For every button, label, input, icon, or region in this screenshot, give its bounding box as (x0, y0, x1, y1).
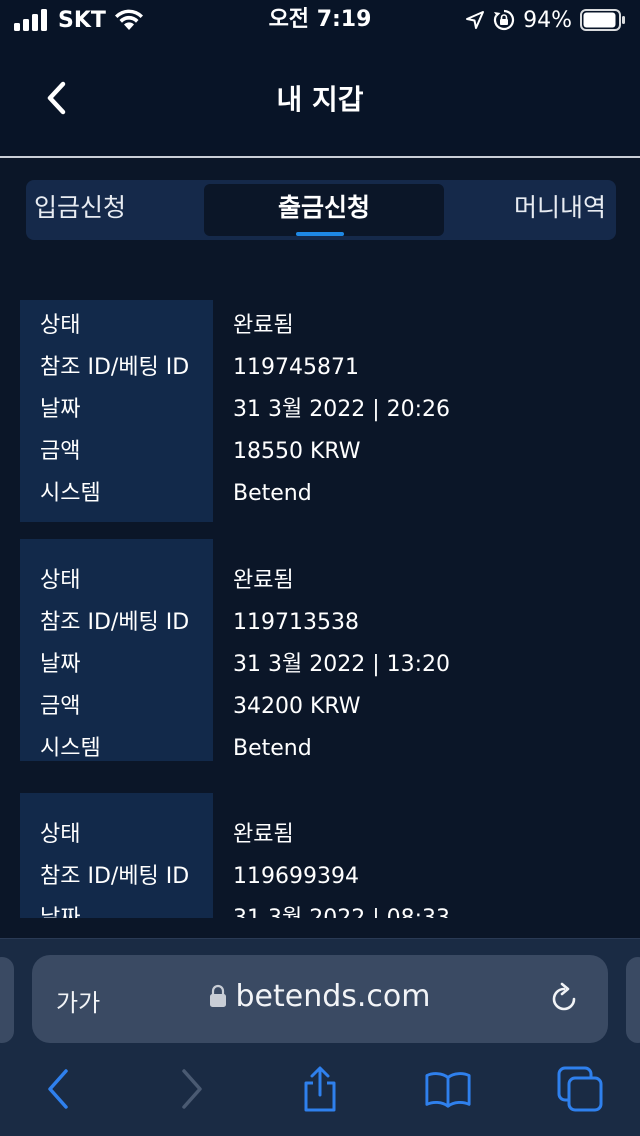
status-bar: SKT 오전 7:19 94% (0, 0, 640, 40)
status-right: 94% (465, 6, 626, 34)
page-title: 내 지갑 (276, 83, 364, 116)
label-reference: 참조 ID/베팅 ID (40, 355, 190, 380)
tab-money-history[interactable]: 머니내역 (514, 180, 606, 240)
value-reference: 119713538 (233, 610, 359, 635)
label-status: 상태 (40, 313, 81, 338)
label-amount: 금액 (40, 439, 81, 464)
label-date: 날짜 (40, 652, 81, 677)
bookmarks-button[interactable] (424, 1065, 472, 1113)
url-display: betends.com (32, 979, 608, 1014)
value-system: Betend (233, 481, 312, 506)
withdraw-list[interactable]: 상태 참조 ID/베팅 ID 날짜 금액 시스템 완료됨 119745871 3… (0, 240, 640, 918)
record-card: 상태 참조 ID/베팅 ID 날짜 완료됨 119699394 31 3월 20… (20, 793, 620, 918)
value-reference: 119745871 (233, 355, 359, 380)
address-bar[interactable]: 가가 betends.com (32, 955, 608, 1043)
share-icon (304, 1066, 336, 1112)
value-amount: 18550 KRW (233, 439, 361, 464)
label-reference: 참조 ID/베팅 ID (40, 864, 190, 889)
previous-tab-peek[interactable] (0, 957, 14, 1043)
record-label-panel (20, 793, 213, 918)
browser-forward-button[interactable] (168, 1065, 216, 1113)
rotation-lock-icon (493, 9, 515, 31)
battery-icon (580, 9, 625, 31)
value-date: 31 3월 2022 | 08:33 (233, 905, 450, 918)
tab-deposit-request[interactable]: 입금신청 (34, 180, 126, 240)
value-status: 완료됨 (233, 313, 294, 338)
next-tab-peek[interactable] (626, 957, 640, 1043)
app-header: 내 지갑 (0, 40, 640, 158)
location-arrow-icon (466, 11, 485, 29)
tabs-button[interactable] (556, 1065, 604, 1113)
label-date: 날짜 (40, 397, 81, 422)
label-system: 시스템 (40, 481, 101, 506)
tabs-icon (557, 1066, 603, 1112)
value-date: 31 3월 2022 | 20:26 (233, 397, 451, 422)
chevron-left-icon (48, 1069, 68, 1109)
active-tab-indicator (296, 232, 344, 236)
book-icon (425, 1072, 471, 1108)
browser-back-button[interactable] (34, 1065, 82, 1113)
value-status: 완료됨 (233, 822, 294, 847)
label-amount: 금액 (40, 694, 81, 719)
chevron-right-icon (182, 1069, 202, 1109)
record-card: 상태 참조 ID/베팅 ID 날짜 금액 시스템 완료됨 119745871 3… (20, 300, 620, 522)
record-card: 상태 참조 ID/베팅 ID 날짜 금액 시스템 완료됨 119713538 3… (20, 539, 620, 761)
value-reference: 119699394 (233, 864, 359, 889)
value-amount: 34200 KRW (233, 694, 361, 719)
label-status: 상태 (40, 568, 81, 593)
browser-toolbar: 가가 betends.com (0, 938, 640, 1136)
reload-icon[interactable] (546, 981, 582, 1017)
tab-withdraw-request[interactable]: 출금신청 (204, 184, 444, 236)
share-button[interactable] (296, 1065, 344, 1113)
lock-icon (210, 984, 227, 1007)
label-system: 시스템 (40, 736, 101, 761)
value-date: 31 3월 2022 | 13:20 (233, 652, 451, 677)
value-system: Betend (233, 736, 312, 761)
label-reference: 참조 ID/베팅 ID (40, 610, 190, 635)
battery-percent: 94% (523, 7, 572, 33)
value-status: 완료됨 (233, 568, 294, 593)
tab-withdraw-label: 출금신청 (277, 193, 370, 222)
label-status: 상태 (40, 822, 81, 847)
url-text: betends.com (235, 979, 431, 1014)
wallet-tabs: 입금신청 출금신청 머니내역 (26, 180, 616, 240)
label-date: 날짜 (40, 905, 80, 918)
